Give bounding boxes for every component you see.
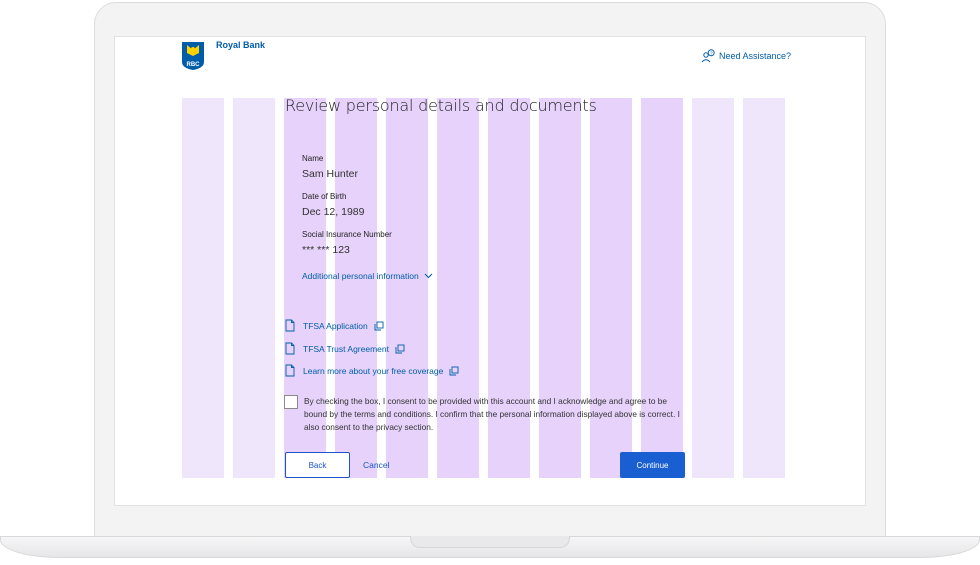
- need-assistance-label: Need Assistance?: [719, 51, 792, 61]
- name-label: Name: [302, 154, 324, 163]
- logo-text: RBC: [187, 62, 201, 68]
- brand-name: Royal Bank: [216, 40, 266, 50]
- copy-icon: [374, 321, 384, 330]
- consent-checkbox[interactable]: [284, 395, 298, 409]
- name-value: Sam Hunter: [302, 168, 359, 180]
- screen: RBC Royal Bank ? Need Assistance? Review…: [114, 36, 866, 506]
- grid-column: [233, 98, 275, 478]
- free-coverage-link[interactable]: Learn more about your free coverage: [285, 364, 459, 377]
- page-title: Review personal details and documents: [285, 96, 597, 115]
- copy-icon: [449, 366, 459, 375]
- grid-column: [743, 98, 785, 478]
- sin-label: Social Insurance Number: [302, 230, 392, 239]
- grid-column: [692, 98, 734, 478]
- back-button[interactable]: Back: [285, 452, 350, 478]
- copy-icon: [395, 344, 405, 353]
- sin-value: *** *** 123: [302, 244, 350, 256]
- svg-text:?: ?: [710, 51, 713, 56]
- consent-text: By checking the box, I consent to be pro…: [304, 396, 680, 432]
- chevron-down-icon: [424, 273, 433, 279]
- dob-label: Date of Birth: [302, 192, 347, 201]
- grid-column: [182, 98, 224, 478]
- tfsa-application-link[interactable]: TFSA Application: [285, 319, 384, 332]
- tfsa-trust-agreement-label: TFSA Trust Agreement: [303, 343, 389, 354]
- tfsa-application-label: TFSA Application: [303, 320, 368, 331]
- cancel-button[interactable]: Cancel: [363, 460, 389, 470]
- additional-info-toggle[interactable]: Additional personal information: [302, 271, 433, 281]
- person-question-icon: ?: [701, 49, 715, 63]
- document-icon: [285, 342, 295, 355]
- rbc-logo[interactable]: RBC: [181, 41, 205, 71]
- additional-info-label: Additional personal information: [302, 271, 419, 281]
- dob-value: Dec 12, 1989: [302, 206, 365, 218]
- continue-button[interactable]: Continue: [620, 452, 685, 478]
- laptop-notch: [410, 536, 570, 548]
- document-icon: [285, 319, 295, 332]
- need-assistance-link[interactable]: ? Need Assistance?: [701, 49, 791, 63]
- tfsa-trust-agreement-link[interactable]: TFSA Trust Agreement: [285, 342, 405, 355]
- document-icon: [285, 364, 295, 377]
- free-coverage-label: Learn more about your free coverage: [303, 365, 444, 376]
